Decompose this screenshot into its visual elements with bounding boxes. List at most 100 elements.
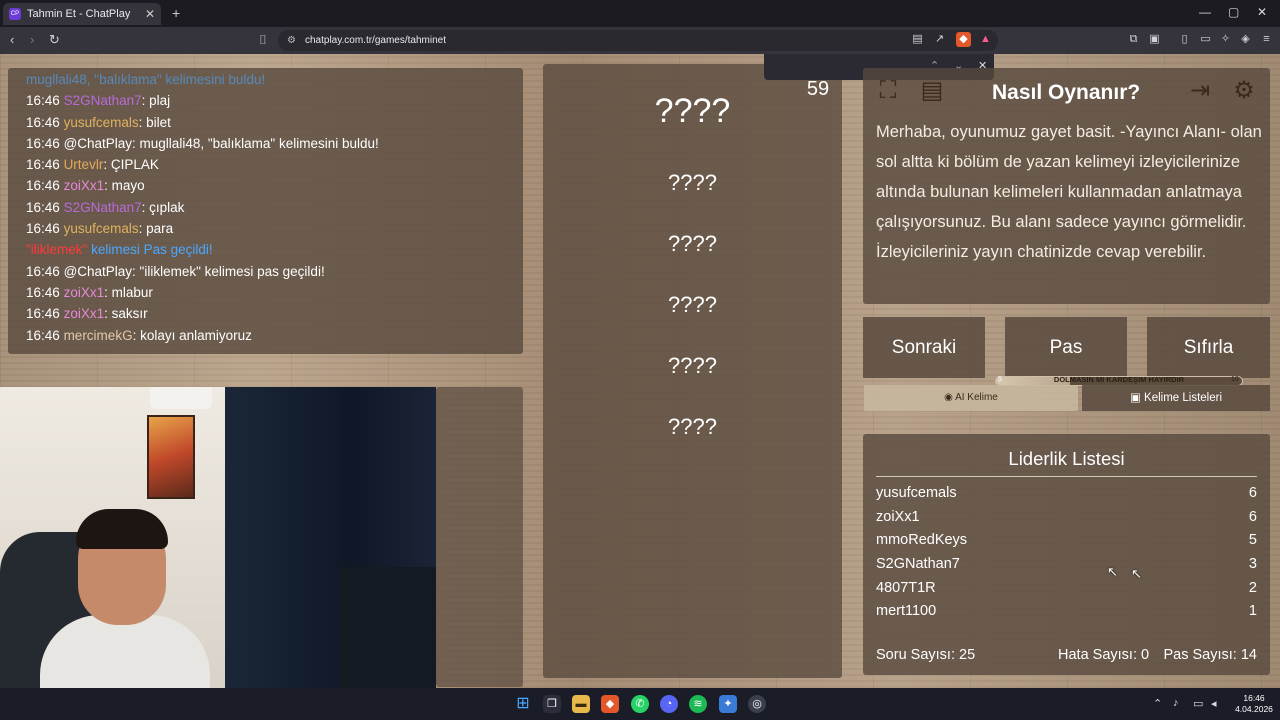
mic-icon[interactable]: ♪: [1173, 697, 1179, 709]
chat-username[interactable]: Urtevlr: [64, 157, 104, 172]
chat-username[interactable]: yusufcemals: [64, 115, 139, 130]
extensions-icon[interactable]: ⧉: [1126, 32, 1141, 47]
chat-time: 16:46: [26, 327, 60, 343]
player-name: 4807T1R: [876, 579, 936, 596]
whatsapp-icon[interactable]: ✆: [631, 695, 649, 713]
menu-icon[interactable]: ≡: [1259, 32, 1274, 47]
webcam-monitor: [340, 567, 436, 688]
file-explorer-icon[interactable]: ▬: [572, 695, 590, 713]
bookmark-icon[interactable]: ⌷: [259, 32, 267, 48]
windows-taskbar: ⊞ ❐ ▬ ◆ ✆ ◔ ≋ ✦ ◎ ⌃ ♪ ▭ ◂ 16:46 4.04.202…: [0, 688, 1280, 720]
chat-time: 16:46: [26, 114, 60, 130]
chat-username[interactable]: S2GNathan7: [64, 93, 142, 108]
mouse-cursor-icon: ↖: [1107, 564, 1118, 579]
sidebar-icon[interactable]: ▯: [1177, 32, 1192, 47]
chat-username[interactable]: zoiXx1: [64, 285, 105, 300]
chat-messages: mugllali48, "balıklama" kelimesini buldu…: [26, 72, 526, 349]
chat-message: "iliklemek" kelimesi Pas geçildi!: [26, 242, 526, 263]
settings-gear-icon[interactable]: ⚙: [1227, 74, 1261, 108]
leaderboard-row: 4807T1R 2: [876, 577, 1257, 601]
leo-icon[interactable]: ✧: [1218, 32, 1233, 47]
brave-shield-icon[interactable]: ◆: [956, 32, 971, 47]
leaderboard-list[interactable]: yusufcemals 6 zoiXx1 6 mmoRedKeys 5 S2GNathan7…: [876, 482, 1257, 627]
webcam-overlay: [0, 387, 436, 688]
chat-username[interactable]: zoiXx1: [64, 178, 105, 193]
word-slot: ????: [668, 170, 717, 195]
chat-message-text: : ÇIPLAK: [103, 157, 159, 173]
back-icon[interactable]: ‹: [10, 32, 14, 47]
obs-icon[interactable]: ◎: [748, 695, 766, 713]
ai-icon: ◉: [944, 392, 953, 403]
howto-text: Merhaba, oyunumuz gayet basit. -Yayıncı …: [876, 123, 1262, 261]
howto-title: Nasıl Oynanır?: [992, 81, 1141, 104]
game-page: mugllali48, "balıklama" kelimesini buldu…: [0, 54, 1280, 688]
task-view-icon[interactable]: ❐: [543, 695, 561, 713]
tab-ai-word[interactable]: ◉ AI Kelime: [864, 385, 1078, 411]
volume-icon[interactable]: ◂: [1211, 697, 1217, 710]
chat-message-text: : mlabur: [104, 284, 153, 300]
brave-browser-icon[interactable]: ◆: [601, 695, 619, 713]
timer: 59: [806, 78, 830, 100]
player-score: 2: [1248, 579, 1257, 596]
tab-word-lists[interactable]: ▣ Kelime Listeleri: [1082, 385, 1270, 411]
vpn-icon[interactable]: ◈: [1238, 32, 1253, 47]
chat-username[interactable]: yusufcemals: [64, 221, 139, 236]
chat-message-text: , "balıklama" kelimesini buldu!: [86, 72, 266, 87]
spotify-icon[interactable]: ≋: [689, 695, 707, 713]
chat-panel: mugllali48, "balıklama" kelimesini buldu…: [8, 68, 523, 354]
wallet-icon[interactable]: ▭: [1198, 32, 1213, 47]
chat-username[interactable]: S2GNathan7: [64, 200, 142, 215]
progress-min: 5: [998, 376, 1002, 383]
close-window-button[interactable]: ✕: [1257, 5, 1267, 19]
close-tab-icon[interactable]: ✕: [145, 7, 155, 21]
chat-message-text: : para: [138, 221, 174, 237]
minimize-button[interactable]: —: [1199, 5, 1211, 19]
rewards-icon[interactable]: ▲: [978, 32, 993, 47]
next-button[interactable]: Sonraki: [863, 317, 985, 378]
webcam-painting: [147, 415, 195, 499]
word-slot: ????: [668, 414, 717, 439]
discord-icon[interactable]: ◔: [660, 695, 678, 713]
new-tab-button[interactable]: +: [172, 5, 180, 21]
chat-username[interactable]: mugllali48: [26, 72, 87, 87]
webcam-person-body: [40, 615, 210, 688]
chat-message: 16:46 yusufcemals: para: [26, 221, 526, 242]
reader-icon[interactable]: ▤: [910, 32, 925, 47]
chat-time: 16:46: [26, 93, 60, 109]
pass-button[interactable]: Pas: [1005, 317, 1127, 378]
maximize-button[interactable]: ▢: [1228, 5, 1239, 19]
fullscreen-icon[interactable]: ⛶: [871, 74, 905, 108]
chat-time: 16:46: [26, 306, 60, 322]
player-score: 1: [1248, 603, 1257, 620]
chat-time: 16:46: [26, 284, 60, 300]
forward-icon[interactable]: ›: [30, 32, 34, 47]
leaderboard-row: yusufcemals 6: [876, 482, 1257, 506]
player-name: yusufcemals: [876, 485, 957, 501]
browser-tab[interactable]: CP Tahmin Et - ChatPlay ✕: [3, 3, 161, 25]
site-info-icon[interactable]: ⚙: [287, 30, 296, 51]
start-icon[interactable]: ⊞: [514, 695, 532, 713]
chat-time: 16:46: [26, 221, 60, 237]
share-icon[interactable]: ↗: [932, 32, 947, 47]
notes-icon[interactable]: ▤: [915, 74, 949, 108]
chat-username[interactable]: "iliklemek": [26, 242, 87, 257]
app-icon[interactable]: ✦: [719, 695, 737, 713]
mouse-cursor-icon: ↖: [1131, 566, 1142, 581]
exit-icon[interactable]: ⇥: [1183, 74, 1217, 108]
chat-username[interactable]: @ChatPlay: [64, 264, 132, 279]
url-text: chatplay.com.tr/games/tahminet: [305, 35, 446, 46]
progress-max: 10: [1231, 376, 1239, 383]
chat-username[interactable]: zoiXx1: [64, 306, 105, 321]
address-bar[interactable]: ⚙ chatplay.com.tr/games/tahminet: [278, 30, 998, 51]
chat-message-text: : plaj: [141, 93, 171, 109]
chatplay-favicon-icon: CP: [9, 8, 21, 20]
tray-chevron-icon[interactable]: ⌃: [1153, 697, 1162, 710]
word-board: ???? ???? ???? ???? ???? ????: [543, 64, 842, 678]
reset-button[interactable]: Sıfırla: [1147, 317, 1270, 378]
system-clock[interactable]: 16:46 4.04.2026: [1232, 693, 1276, 715]
reload-icon[interactable]: ↻: [49, 32, 60, 48]
chat-username[interactable]: @ChatPlay: [64, 136, 132, 151]
display-icon[interactable]: ▭: [1193, 697, 1203, 710]
tab-search-icon[interactable]: ▣: [1147, 32, 1162, 47]
chat-username[interactable]: mercimekG: [64, 328, 133, 343]
